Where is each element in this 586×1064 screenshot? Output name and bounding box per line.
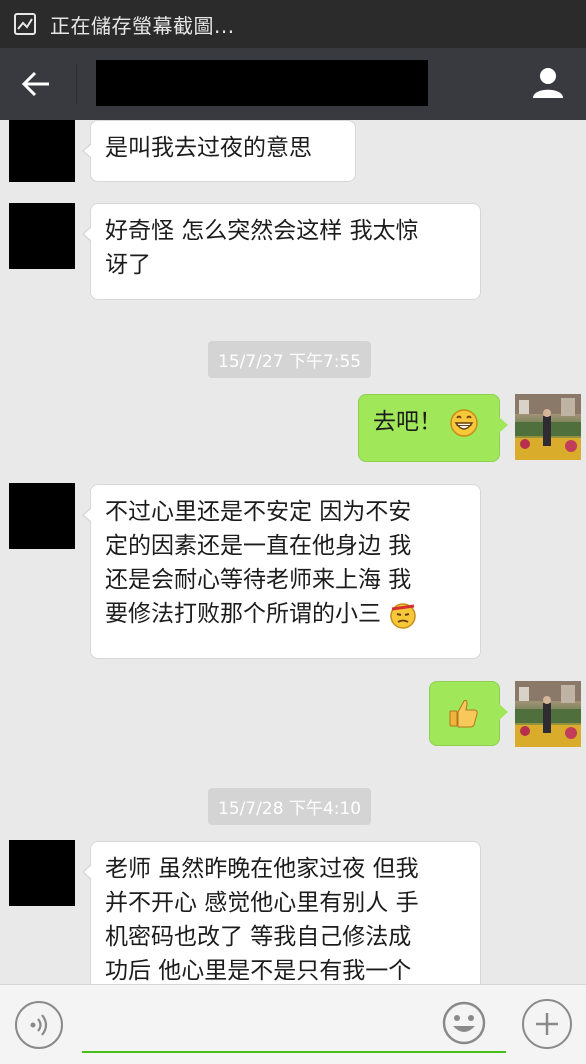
message-line: 并不开心 感觉他心里有别人 手 [105, 890, 419, 916]
status-bar: 正在儲存螢幕截圖... [0, 0, 586, 48]
user-avatar-photo [515, 681, 581, 747]
plus-button[interactable] [522, 999, 572, 1049]
contact-avatar[interactable] [9, 120, 75, 182]
timestamp: 15/7/27 下午7:55 [208, 341, 372, 378]
determined-face-icon [390, 602, 417, 629]
message-line: 讶了 [105, 252, 151, 278]
title-divider [76, 64, 77, 104]
incoming-message[interactable]: 老师 虽然昨晚在他家过夜 但我 并不开心 感觉他心里有别人 手 机密码也改了 等… [82, 841, 481, 984]
user-avatar[interactable] [515, 681, 581, 747]
incoming-message[interactable]: 是叫我去过夜的意思 [82, 120, 356, 182]
chat-area[interactable]: 是叫我去过夜的意思 好奇怪 怎么突然会这样 我太惊 讶了 15/7/27 下午7… [0, 120, 586, 984]
contact-avatar[interactable] [9, 840, 75, 906]
message-text: 是叫我去过夜的意思 [105, 135, 312, 161]
profile-button[interactable] [528, 62, 568, 102]
contact-name-redacted [96, 60, 428, 106]
timestamp: 15/7/28 下午4:10 [208, 788, 372, 825]
status-text: 正在儲存螢幕截圖... [50, 13, 235, 38]
outgoing-message[interactable]: 去吧！ [358, 394, 508, 462]
person-icon [533, 68, 563, 98]
thumbs-up-icon [449, 699, 478, 728]
arrow-left-icon [21, 71, 49, 97]
message-line: 还是会耐心等待老师来上海 我 [105, 567, 412, 593]
outgoing-message[interactable] [429, 681, 508, 746]
message-line: 老师 虽然昨晚在他家过夜 但我 [105, 856, 419, 882]
screenshot-icon [14, 13, 36, 35]
message-line: 好奇怪 怎么突然会这样 我太惊 [105, 218, 419, 244]
grinning-face-icon [450, 408, 479, 437]
user-avatar-photo [515, 394, 581, 460]
message-text: 去吧！ [373, 409, 442, 435]
user-avatar[interactable] [515, 394, 581, 460]
message-line: 机密码也改了 等我自己修法成 [105, 924, 412, 950]
contact-avatar[interactable] [9, 203, 75, 269]
message-line: 要修法打败那个所谓的小三 [105, 601, 381, 627]
incoming-message[interactable]: 好奇怪 怎么突然会这样 我太惊 讶了 [82, 203, 481, 300]
incoming-message[interactable]: 不过心里还是不安定 因为不安 定的因素还是一直在他身边 我 还是会耐心等待老师来… [82, 484, 481, 659]
input-bar [0, 984, 586, 1064]
message-line: 功后 他心里是不是只有我一个 [105, 958, 412, 984]
plus-icon [536, 1013, 558, 1035]
title-bar [0, 48, 586, 120]
voice-icon [30, 1014, 48, 1036]
contact-avatar[interactable] [9, 483, 75, 549]
back-button[interactable] [16, 64, 56, 104]
message-line: 定的因素还是一直在他身边 我 [105, 533, 412, 559]
message-line: 不过心里还是不安定 因为不安 [105, 499, 412, 525]
voice-button[interactable] [15, 1001, 63, 1049]
smiley-icon[interactable] [442, 1001, 486, 1045]
